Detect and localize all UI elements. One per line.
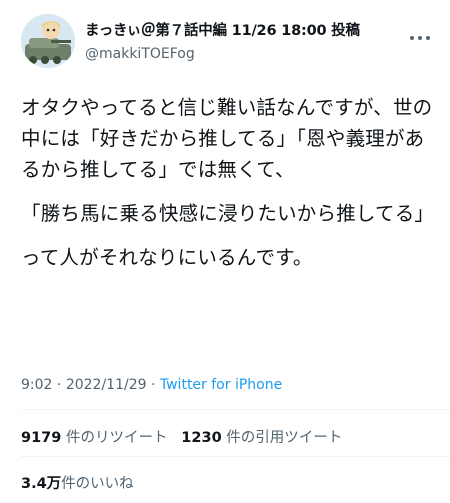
retweets-link[interactable]: 9179 件のリツイート	[21, 430, 167, 446]
quote-count: 1230	[181, 430, 222, 446]
more-options-icon[interactable]	[406, 28, 434, 48]
tweet-paragraph: 「勝ち馬に乗る快感に浸りたいから推してる」	[21, 202, 435, 225]
retweet-label: 件のリツイート	[65, 430, 168, 446]
retweet-count: 9179	[21, 430, 62, 446]
user-handle[interactable]: @makkiTOEFog	[85, 44, 402, 64]
likes-link[interactable]: 3.4万件のいいね	[21, 476, 134, 492]
tweet-header: まっきぃ＠第７話中編 11/26 18:00 投稿 @makkiTOEFog	[21, 14, 436, 70]
like-count: 3.4万	[21, 476, 62, 492]
tweet-paragraph: オタクやってると信じ難い話なんですが、世の中には「好きだから推してる」「恩や義理…	[21, 96, 433, 181]
quotes-link[interactable]: 1230 件の引用ツイート	[181, 430, 342, 446]
retweet-stats: 9179 件のリツイート 1230 件の引用ツイート	[21, 426, 342, 447]
tweet-text: オタクやってると信じ難い話なんですが、世の中には「好きだから推してる」「恩や義理…	[21, 92, 441, 286]
tweet-paragraph: って人がそれなりにいるんです。	[21, 246, 313, 269]
divider	[21, 409, 450, 410]
meta-separator: ·	[150, 377, 156, 393]
tweet-source[interactable]: Twitter for iPhone	[160, 377, 282, 393]
tweet-meta: 9:02 · 2022/11/29 · Twitter for iPhone	[21, 377, 282, 393]
tweet-time[interactable]: 9:02	[21, 377, 52, 393]
meta-separator: ·	[56, 377, 62, 393]
avatar[interactable]	[21, 14, 75, 68]
likes-stats: 3.4万件のいいね	[21, 472, 134, 493]
like-label: 件のいいね	[61, 476, 134, 492]
divider	[21, 456, 450, 457]
user-names: まっきぃ＠第７話中編 11/26 18:00 投稿 @makkiTOEFog	[85, 21, 402, 64]
display-name[interactable]: まっきぃ＠第７話中編 11/26 18:00 投稿	[85, 21, 402, 41]
tweet-date[interactable]: 2022/11/29	[66, 377, 147, 393]
quote-label: 件の引用ツイート	[226, 430, 343, 446]
